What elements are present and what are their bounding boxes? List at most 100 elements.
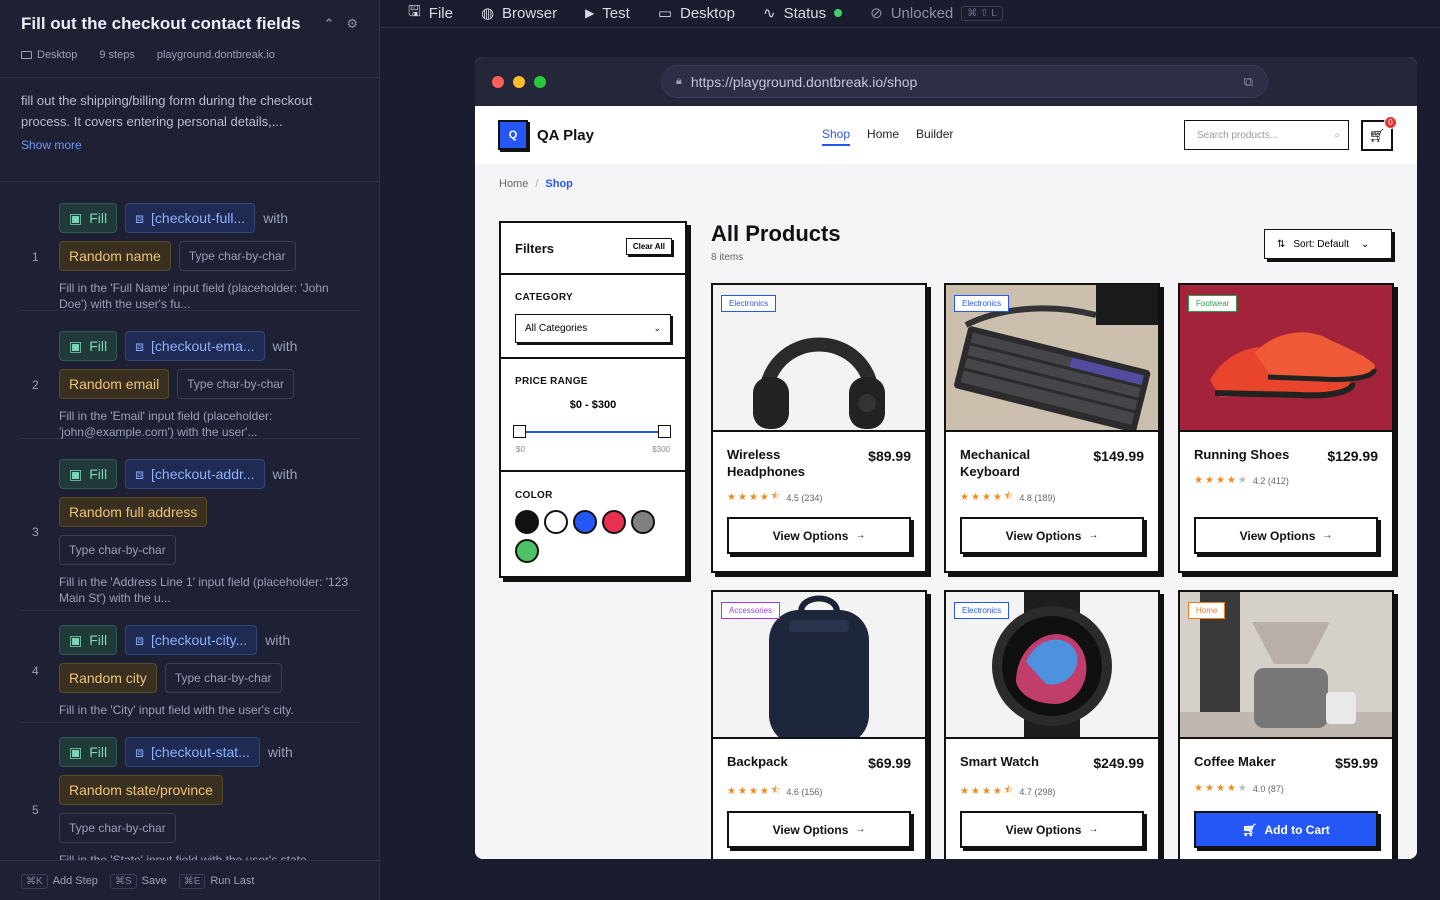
clear-all-button[interactable]: Clear All <box>625 238 672 255</box>
filters-header: Filters Clear All <box>501 223 685 275</box>
status-menu[interactable]: ∿ Status <box>763 4 843 22</box>
product-price: $69.99 <box>868 755 911 771</box>
price-slider-track[interactable] <box>513 425 671 438</box>
step-item[interactable]: 2 ▣ Fill ⧈ [checkout-ema... with Random em… <box>20 311 360 439</box>
unlocked-toggle[interactable]: ⊘ Unlocked ⌘ ⇧ L <box>870 4 1003 22</box>
category-select[interactable]: All Categories ⌄ <box>515 314 671 343</box>
brand-name[interactable]: QA Play <box>537 127 594 144</box>
search-input[interactable]: Search products... ⌕ <box>1184 120 1349 150</box>
selector-chip[interactable]: ⧈ [checkout-ema... <box>125 331 265 361</box>
value-chip[interactable]: Random state/province <box>59 775 223 805</box>
product-name: Smart Watch <box>960 754 1039 769</box>
star-icon: ⯪ <box>770 491 781 502</box>
step-item[interactable]: 3 ▣ Fill ⧈ [checkout-addr... with Random f… <box>20 439 360 611</box>
save-button[interactable]: ⌘S Save <box>109 873 167 889</box>
star-icon: ★ <box>970 786 980 797</box>
top-toolbar: 🖫 File ◍ Browser ▶ Test ▭ Desktop ∿ Status ⊘ U… <box>380 0 1440 26</box>
copy-icon[interactable]: ⧉ <box>1244 74 1253 90</box>
product-card[interactable]: Footwear Running Shoes $129.99 ★ ★ ★ ★ ★ 4.2… <box>1178 283 1394 573</box>
address-bar[interactable]: 🔒︎ https://playground.dontbreak.io/shop … <box>661 65 1268 98</box>
view-options-button[interactable]: View Options → <box>1194 517 1378 554</box>
mode-chip[interactable]: Type char-by-char <box>177 369 294 399</box>
rating-text: 4.0 (87) <box>1252 783 1284 794</box>
step-description: Fill in the 'Full Name' input field (pla… <box>59 281 329 311</box>
value-chip[interactable]: Random email <box>59 369 170 399</box>
chevron-up-icon[interactable]: ⌃ <box>323 16 334 32</box>
product-image[interactable]: Home <box>1180 592 1392 739</box>
selector-chip[interactable]: ⧈ [checkout-city... <box>125 625 258 655</box>
action-chip[interactable]: ▣ Fill <box>59 331 118 361</box>
color-swatch[interactable] <box>515 510 539 534</box>
selector-chip[interactable]: ⧈ [checkout-stat... <box>125 737 260 767</box>
mode-chip[interactable]: Type char-by-char <box>164 663 282 693</box>
product-price: $59.99 <box>1335 755 1378 771</box>
step-item[interactable]: 1 ▣ Fill ⧈ [checkout-full... with Random n… <box>20 183 360 311</box>
value-chip[interactable]: Random name <box>59 241 171 271</box>
product-card[interactable]: Electronics Wireless Headphones $89.99 ★… <box>711 283 927 573</box>
browser-menu[interactable]: ◍ Browser <box>481 4 557 23</box>
price-slider-min-handle[interactable] <box>513 425 526 438</box>
step-description: Fill in the 'Email' input field (placeho… <box>59 409 273 439</box>
step-item[interactable]: 4 ▣ Fill ⧈ [checkout-city... with Random c… <box>20 611 360 723</box>
product-image[interactable]: Electronics <box>946 285 1158 432</box>
product-image[interactable]: Electronics <box>946 592 1158 739</box>
nav-home[interactable]: Home <box>867 127 899 146</box>
page-title: All Products <box>711 221 841 246</box>
value-chip[interactable]: Random city <box>59 663 157 693</box>
product-card[interactable]: Electronics Smart Watch $249.99 ★ ★ ★ ★ ⯪ 4.… <box>944 590 1160 859</box>
color-swatch[interactable] <box>515 539 539 563</box>
main-nav: Shop Home Builder <box>822 127 953 146</box>
close-window-button[interactable] <box>492 75 504 88</box>
test-menu[interactable]: ▶ Test <box>585 5 630 22</box>
action-chip[interactable]: ▣ Fill <box>59 203 118 233</box>
category-filter: CATEGORY All Categories ⌄ <box>501 275 685 359</box>
view-options-button[interactable]: View Options → <box>960 517 1144 554</box>
breadcrumb-separator: / <box>535 178 539 190</box>
selector-chip[interactable]: ⧈ [checkout-full... <box>125 203 256 233</box>
test-title[interactable]: Fill out the checkout contact fields <box>21 14 301 34</box>
nav-builder[interactable]: Builder <box>916 127 953 146</box>
run-last-button[interactable]: ⌘E Run Last <box>178 873 254 889</box>
view-options-button[interactable]: View Options → <box>727 517 911 554</box>
product-image[interactable]: Accessories <box>713 592 925 739</box>
desktop-menu[interactable]: ▭ Desktop <box>658 4 735 23</box>
product-rating: ★ ★ ★ ★ ★ 4.0 (87) <box>1194 783 1284 794</box>
product-card[interactable]: Electronics Mechanical Keyboard $149.99 … <box>944 283 1160 573</box>
product-image[interactable]: Electronics <box>713 285 925 432</box>
mode-chip[interactable]: Type char-by-char <box>59 813 176 843</box>
sort-dropdown[interactable]: ⇅ Sort: Default ⌄ <box>1264 229 1392 259</box>
product-image[interactable]: Footwear <box>1180 285 1392 432</box>
site-logo[interactable]: Q <box>498 120 528 150</box>
view-options-button[interactable]: View Options → <box>727 811 911 848</box>
show-more-link[interactable]: Show more <box>21 135 358 156</box>
color-swatch[interactable] <box>631 510 655 534</box>
action-chip[interactable]: ▣ Fill <box>59 459 118 489</box>
selector-chip[interactable]: ⧈ [checkout-addr... <box>125 459 265 489</box>
product-card[interactable]: Home Coffee Maker $59.99 ★ ★ ★ ★ ★ 4.0 (87) … <box>1178 590 1394 859</box>
action-chip[interactable]: ▣ Fill <box>59 625 118 655</box>
value-chip[interactable]: Random full address <box>59 497 208 527</box>
fill-icon: ▣ <box>69 465 83 482</box>
breadcrumb-home[interactable]: Home <box>499 178 528 190</box>
color-swatch[interactable] <box>602 510 626 534</box>
mode-chip[interactable]: Type char-by-char <box>59 535 176 565</box>
add-step-button[interactable]: ⌘K Add Step <box>21 873 98 889</box>
price-slider-max-handle[interactable] <box>658 425 671 438</box>
product-card[interactable]: Accessories Backpack $69.99 ★ ★ ★ ★ ⯪ 4.6 (1… <box>711 590 927 859</box>
gear-icon[interactable]: ⚙ <box>346 16 358 32</box>
cart-button[interactable]: 🛒︎ 0 <box>1361 116 1397 151</box>
view-options-button[interactable]: View Options → <box>960 811 1144 848</box>
add-to-cart-button[interactable]: 🛒︎ Add to Cart <box>1194 811 1378 848</box>
step-item[interactable]: 5 ▣ Fill ⧈ [checkout-stat... with Random s… <box>20 723 360 860</box>
button-label: Add to Cart <box>1264 822 1330 837</box>
nav-shop[interactable]: Shop <box>822 127 851 146</box>
action-chip[interactable]: ▣ Fill <box>59 737 118 767</box>
file-menu[interactable]: 🖫 File <box>408 1 453 26</box>
mode-chip[interactable]: Type char-by-char <box>178 241 296 271</box>
color-swatch[interactable] <box>544 510 568 534</box>
arrow-right-icon: → <box>1322 530 1333 541</box>
color-swatch[interactable] <box>573 510 597 534</box>
rating-text: 4.2 (412) <box>1252 475 1289 486</box>
minimize-window-button[interactable] <box>513 75 525 88</box>
maximize-window-button[interactable] <box>534 75 546 88</box>
